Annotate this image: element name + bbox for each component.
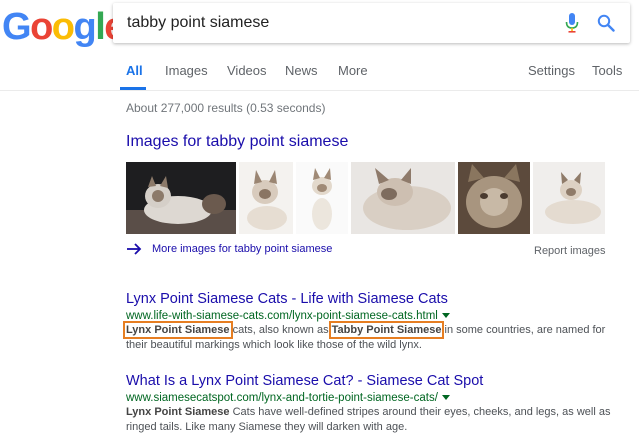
google-logo[interactable]: Google [2,6,125,48]
result-snippet: Lynx Point Siamese cats, also known as T… [123,321,626,353]
image-thumbnail[interactable] [351,162,455,234]
tabs-divider [0,90,639,91]
snippet-bold: Lynx Point Siamese [126,406,230,418]
microphone-icon[interactable] [565,13,579,33]
image-thumbnail[interactable] [296,162,348,234]
logo-letter: o [30,6,53,48]
result-url-text: www.siamesecatspot.com/lynx-and-tortie-p… [126,392,438,404]
tab-tools[interactable]: Tools [592,64,622,78]
result-url[interactable]: www.siamesecatspot.com/lynx-and-tortie-p… [126,392,450,404]
search-box[interactable]: tabby point siamese [113,3,630,43]
result-title[interactable]: What Is a Lynx Point Siamese Cat? - Siam… [126,373,483,389]
logo-letter: G [2,6,32,48]
search-input[interactable]: tabby point siamese [127,14,269,32]
result-snippet: Lynx Point Siamese Cats have well-define… [126,405,626,435]
image-thumbnail[interactable] [239,162,293,234]
caret-down-icon[interactable] [441,395,450,401]
snippet-highlight: Tabby Point Siamese [328,321,445,339]
logo-letter: g [73,6,97,48]
more-images-link[interactable]: More images for tabby point siamese [152,243,332,255]
tab-all[interactable]: All [126,64,143,78]
snippet-text: cats, also known as [229,324,332,336]
result-url[interactable]: www.life-with-siamese-cats.com/lynx-poin… [126,310,450,322]
arrow-right-icon [127,243,142,255]
logo-letter: l [95,6,106,48]
image-thumbnail[interactable] [533,162,605,234]
tab-more[interactable]: More [338,64,368,78]
logo-letter: o [51,6,75,48]
tab-news[interactable]: News [285,64,318,78]
report-images-link[interactable]: Report images [534,245,606,257]
result-stats: About 277,000 results (0.53 seconds) [126,101,326,115]
tab-images[interactable]: Images [165,64,208,78]
result-title[interactable]: Lynx Point Siamese Cats - Life with Siam… [126,291,448,307]
image-thumbnail[interactable] [458,162,530,234]
caret-down-icon[interactable] [441,313,450,319]
tab-settings[interactable]: Settings [528,64,575,78]
snippet-highlight: Lynx Point Siamese [123,321,233,339]
tab-videos[interactable]: Videos [227,64,267,78]
images-heading[interactable]: Images for tabby point siamese [126,133,348,151]
search-icon[interactable] [597,14,615,32]
image-thumbnail[interactable] [126,162,236,234]
result-url-text: www.life-with-siamese-cats.com/lynx-poin… [126,310,438,322]
